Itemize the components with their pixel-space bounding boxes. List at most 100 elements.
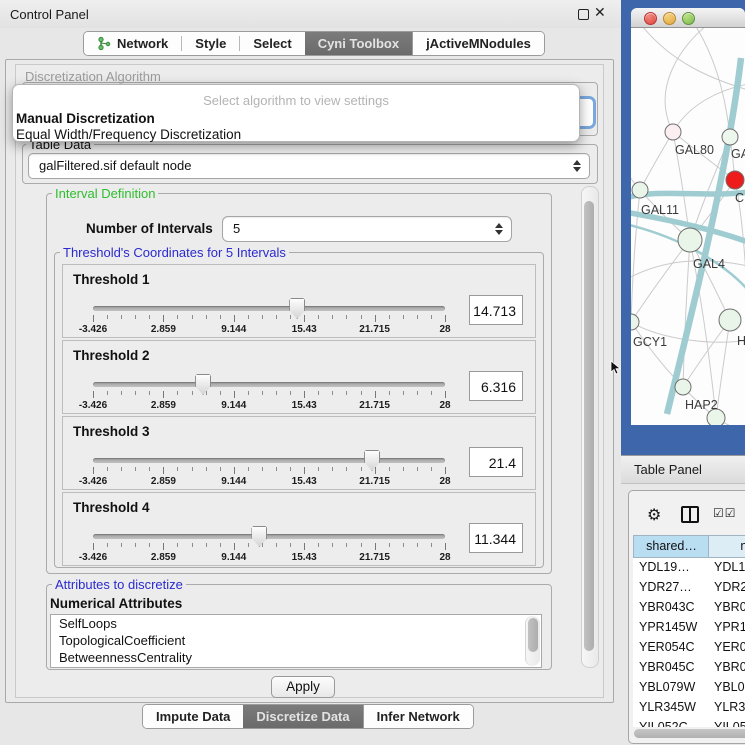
apply-button[interactable]: Apply	[271, 676, 335, 698]
network-edge	[631, 190, 640, 322]
network-node[interactable]	[722, 129, 738, 145]
table-row[interactable]: YPR145WYPR14	[633, 617, 745, 637]
list-scrollbar-thumb[interactable]	[528, 618, 538, 652]
network-node-label: GAL11	[641, 203, 679, 217]
tab-discretize-data[interactable]: Discretize Data	[243, 705, 362, 728]
network-node[interactable]	[678, 228, 702, 252]
slider-tick	[248, 391, 249, 395]
table-row[interactable]: YBL079WYBL07	[633, 677, 745, 697]
tab-impute-data[interactable]: Impute Data	[143, 705, 243, 728]
panel-scrollbar[interactable]	[581, 186, 599, 668]
slider-tick	[192, 315, 193, 319]
network-node[interactable]	[675, 379, 691, 395]
numerical-attributes-list[interactable]: SelfLoopsTopologicalCoefficientBetweenne…	[50, 614, 542, 668]
slider-tick	[93, 543, 94, 550]
slider-tick	[375, 315, 376, 322]
threshold-3-slider-track[interactable]	[93, 458, 445, 463]
slider-tick	[318, 315, 319, 319]
slider-tick	[248, 467, 249, 471]
network-canvas[interactable]: GAL80GAGAL11CGAL4GCY1HHAP2	[631, 28, 745, 425]
threshold-1-slider-track[interactable]	[93, 306, 445, 311]
numerical-attributes-header: Numerical Attributes	[50, 596, 182, 611]
attribute-list-item[interactable]: SelfLoops	[51, 615, 541, 632]
tab-cyni-toolbox[interactable]: Cyni Toolbox	[305, 32, 412, 55]
tab-network[interactable]: Network	[84, 32, 181, 55]
slider-tick	[431, 315, 432, 319]
tab-infer-network[interactable]: Infer Network	[364, 705, 473, 728]
slider-tick	[332, 315, 333, 319]
tab-jactivemnodules[interactable]: jActiveMNodules	[413, 32, 544, 55]
table-row[interactable]: YLR345WYLR34	[633, 697, 745, 717]
network-node-label: HAP2	[685, 398, 718, 412]
minimize-traffic-light-icon[interactable]	[663, 12, 676, 25]
slider-tick	[417, 391, 418, 395]
slider-tick	[375, 467, 376, 474]
number-of-intervals-combo[interactable]: 5	[222, 216, 512, 242]
algorithm-item-manual[interactable]: Manual Discretization	[16, 111, 155, 126]
threshold-4-slider-track[interactable]	[93, 534, 445, 539]
slider-tick	[135, 543, 136, 547]
maximize-traffic-light-icon[interactable]	[682, 12, 695, 25]
list-scrollbar[interactable]	[525, 616, 540, 666]
column-header-shared-name[interactable]: shared…	[633, 535, 710, 558]
attribute-list-item[interactable]: TopologicalCoefficient	[51, 632, 541, 649]
slider-tick	[163, 543, 164, 550]
table-row[interactable]: YIL052CYIL05	[633, 717, 745, 727]
table-data-combo[interactable]: galFiltered.sif default node	[28, 153, 590, 179]
close-traffic-light-icon[interactable]	[644, 12, 657, 25]
threshold-2-label: Threshold 2	[73, 348, 150, 363]
number-of-intervals-value: 5	[233, 221, 240, 236]
network-node[interactable]	[631, 314, 639, 330]
threshold-2-value-field[interactable]: 6.316	[469, 371, 523, 401]
close-panel-icon[interactable]: ✕	[594, 4, 606, 21]
columns-icon[interactable]	[681, 506, 699, 523]
algorithm-prompt-item[interactable]: Select algorithm to view settings	[13, 93, 579, 108]
threshold-2-slider-track[interactable]	[93, 382, 445, 387]
slider-tick	[149, 391, 150, 395]
tab-infer-network-label: Infer Network	[377, 709, 460, 724]
slider-tick	[290, 543, 291, 547]
cell-name: YER05	[714, 637, 745, 657]
threshold-4-value-field[interactable]: 11.344	[469, 523, 523, 553]
select-all-checkbox-icon[interactable]: ☑☑	[713, 506, 737, 520]
tab-style-label: Style	[195, 36, 226, 51]
table-horizontal-scrollbar[interactable]	[634, 729, 745, 738]
tab-style[interactable]: Style	[182, 32, 239, 55]
column-header-name[interactable]: name	[708, 535, 745, 558]
slider-tick	[135, 467, 136, 471]
slider-tick	[318, 467, 319, 471]
network-edge	[639, 28, 745, 90]
tab-impute-data-label: Impute Data	[156, 709, 230, 724]
panel-scrollbar-thumb[interactable]	[584, 201, 594, 651]
slider-tick-label: -3.426	[79, 400, 107, 411]
tab-select[interactable]: Select	[240, 32, 304, 55]
table-row[interactable]: YDR27…YDR27	[633, 577, 745, 597]
cell-name: YDR27	[714, 577, 745, 597]
cell-shared-name: YER054C	[639, 637, 695, 657]
table-row[interactable]: YBR045CYBR04	[633, 657, 745, 677]
table-row[interactable]: YDL19…YDL19	[633, 557, 745, 577]
float-window-icon[interactable]	[578, 9, 589, 20]
table-row[interactable]: YER054C YER05	[633, 637, 745, 657]
gear-icon[interactable]: ⚙	[647, 505, 661, 525]
slider-tick	[332, 467, 333, 471]
slider-tick-label: -3.426	[79, 552, 107, 563]
slider-tick-label: 2.859	[151, 476, 176, 487]
network-node[interactable]	[665, 124, 681, 140]
network-icon	[97, 36, 112, 51]
threshold-1-ruler: -3.4262.8599.14415.4321.71528	[63, 315, 535, 335]
slider-tick	[121, 543, 122, 547]
table-row[interactable]: YBR043CYBR04	[633, 597, 745, 617]
slider-tick	[417, 315, 418, 319]
threshold-3-value-field[interactable]: 21.4	[469, 447, 523, 477]
cell-shared-name: YDL19…	[639, 557, 690, 577]
slider-tick	[431, 543, 432, 547]
threshold-1-value-field[interactable]: 14.713	[469, 295, 523, 325]
network-node[interactable]	[726, 171, 744, 189]
algorithm-item-equal-width[interactable]: Equal Width/Frequency Discretization	[16, 127, 241, 142]
network-node[interactable]	[632, 182, 648, 198]
attribute-list-item[interactable]: BetweennessCentrality	[51, 649, 541, 666]
network-node[interactable]	[719, 309, 741, 331]
cell-shared-name: YBR045C	[639, 657, 695, 677]
slider-tick-label: 21.715	[359, 476, 390, 487]
